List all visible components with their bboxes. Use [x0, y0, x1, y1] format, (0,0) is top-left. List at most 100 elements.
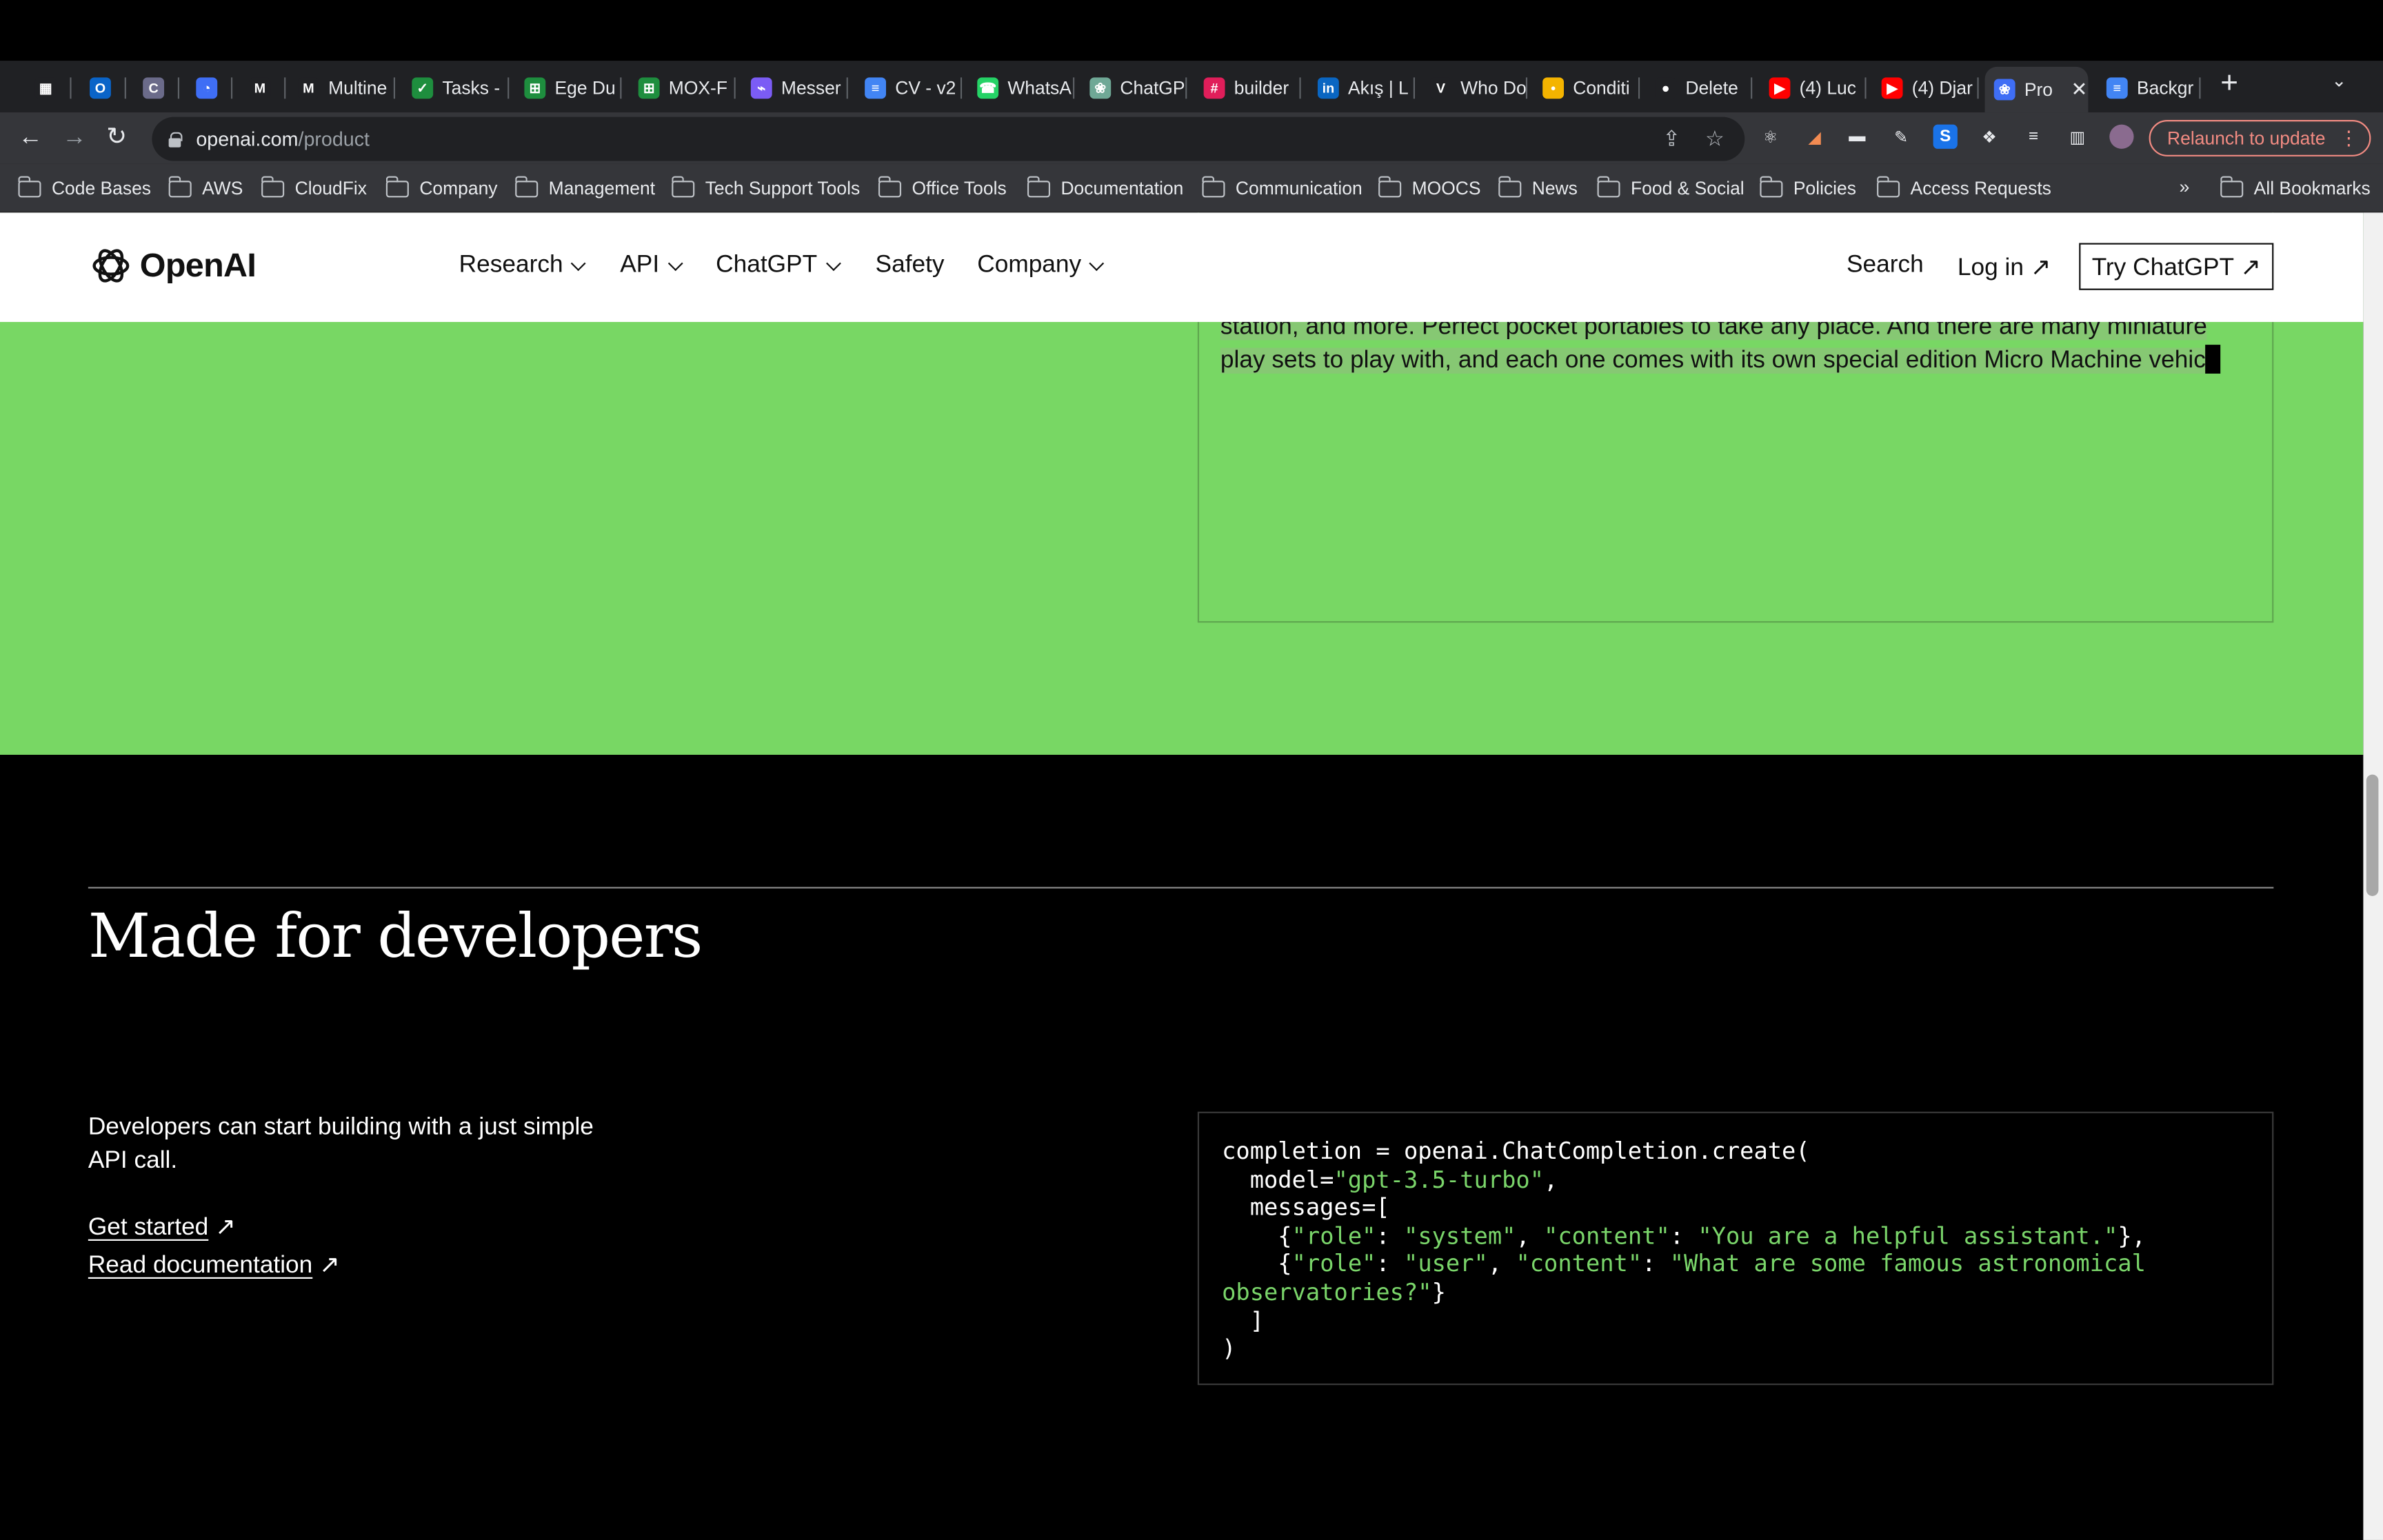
nav-api[interactable]: API	[620, 252, 683, 280]
tab-label: Ege Du	[554, 77, 616, 99]
read-documentation-link[interactable]: Read documentation ↗	[88, 1250, 340, 1280]
bookmark-folder[interactable]: News	[1498, 175, 1578, 199]
browser-tab[interactable]: O	[81, 67, 126, 110]
browser-tab[interactable]: ⊞ Ege Du	[515, 67, 622, 110]
eyedropper-icon[interactable]: ✎	[1889, 125, 1913, 149]
reload-icon[interactable]: ↻	[106, 123, 127, 153]
relaunch-button[interactable]: Relaunch to update ⋮	[2149, 120, 2371, 156]
tab-label: Pro	[2024, 79, 2053, 101]
extension-orange-icon[interactable]: ◢	[1802, 125, 1827, 149]
bookmark-folder[interactable]: Management	[514, 175, 655, 199]
all-bookmarks-label: All Bookmarks	[2253, 177, 2371, 199]
bookmark-folder[interactable]: Office Tools	[878, 175, 1007, 199]
code-string: "role"	[1291, 1222, 1376, 1250]
bookmark-folder[interactable]: MOOCS	[1378, 175, 1481, 199]
sheets-icon: ⊞	[638, 77, 660, 99]
browser-tab[interactable]: ⊞ MOX-F	[629, 67, 736, 110]
profile-avatar[interactable]	[2109, 124, 2134, 149]
c2-icon: •	[1542, 77, 1565, 99]
bookmarks-overflow-button[interactable]: »	[2180, 176, 2190, 198]
browser-tab[interactable]: ● Delete	[1646, 67, 1753, 110]
browser-tab[interactable]: ≡ Backgr	[2098, 67, 2201, 110]
bookmark-folder[interactable]: AWS	[168, 175, 243, 199]
bookmark-label: AWS	[202, 177, 243, 199]
more-menu-icon[interactable]: ⋮	[2339, 126, 2359, 150]
back-arrow-icon[interactable]: ←	[18, 123, 42, 153]
try-chatgpt-button[interactable]: Try ChatGPT ↗	[2079, 243, 2274, 290]
url-text[interactable]: openai.com/product	[196, 128, 370, 150]
nav-research[interactable]: Research	[459, 252, 587, 280]
search-link[interactable]: Search	[1847, 252, 1924, 280]
scrollbar-thumb[interactable]	[2366, 774, 2379, 896]
s-extension-icon[interactable]: S	[1933, 124, 1958, 149]
bookmark-star-icon[interactable]: ☆	[1705, 126, 1725, 152]
bookmark-folder[interactable]: Tech Support Tools	[671, 175, 860, 199]
react-extension-icon[interactable]: ⚛	[1758, 125, 1782, 149]
gmail-icon: M	[298, 77, 319, 99]
browser-tab[interactable]: ▶ (4) Luc	[1760, 67, 1867, 110]
close-tab-icon[interactable]: ✕	[2071, 77, 2087, 101]
bookmark-folder[interactable]: Documentation	[1027, 175, 1183, 199]
browser-tab[interactable]: ▶ (4) Djar	[1872, 67, 1979, 110]
bookmark-label: News	[1531, 177, 1578, 199]
folder-icon	[2220, 175, 2244, 197]
browser-tab[interactable]: ❀ Pro ✕	[1984, 66, 2089, 113]
folder-icon	[1759, 175, 1783, 197]
browser-tab[interactable]: ◔	[187, 67, 233, 110]
tasks-icon: ✓	[412, 77, 434, 99]
nav-company-label: Company	[977, 252, 1082, 278]
browser-tab[interactable]: C	[134, 67, 180, 110]
browser-tab[interactable]: ☎ WhatsA	[968, 67, 1075, 110]
bookmark-folder[interactable]: Policies	[1759, 175, 1856, 199]
all-bookmarks-folder[interactable]: All Bookmarks	[2220, 175, 2371, 199]
forward-arrow-icon[interactable]: →	[62, 123, 86, 153]
extensions-puzzle-icon[interactable]: ❖	[1978, 125, 2002, 149]
tab-search-chevron-icon[interactable]: ⌄	[2331, 70, 2346, 91]
browser-tab[interactable]: ≡ CV - v2	[856, 67, 963, 110]
tab-separator	[1977, 77, 1979, 99]
code-string: "content"	[1516, 1250, 1642, 1278]
address-bar[interactable]: openai.com/product ⇪ ☆	[152, 116, 1745, 161]
browser-tab[interactable]: in Akış | L	[1309, 67, 1416, 110]
browser-tab[interactable]: ▦	[26, 67, 72, 110]
bookmark-folder[interactable]: CloudFix	[261, 175, 367, 199]
bookmark-folder[interactable]: Access Requests	[1876, 175, 2051, 199]
youtube-icon: ▶	[1881, 77, 1903, 99]
extension-dark-icon[interactable]: ▬	[1845, 125, 1869, 149]
tab-label: (4) Luc	[1799, 77, 1856, 99]
browser-tab[interactable]: ❀ ChatGP	[1080, 67, 1187, 110]
tab-separator	[1413, 77, 1416, 99]
screen: ▦ O C ◔ M M Multine ✓ Tasks - ⊞ Ege Du ⊞ MOX-F ⌁ Messe…	[0, 0, 2383, 1540]
bookmark-folder[interactable]: Code Bases	[17, 175, 151, 199]
browser-tab[interactable]: • Conditi	[1534, 67, 1640, 110]
nav-safety[interactable]: Safety	[876, 252, 945, 280]
chevron-down-icon	[667, 255, 683, 271]
code-sample[interactable]: completion = openai.ChatCompletion.creat…	[1222, 1137, 2255, 1364]
get-started-link[interactable]: Get started ↗	[88, 1212, 236, 1242]
github-icon: ●	[1655, 77, 1677, 99]
browser-tab[interactable]: V Who Do	[1421, 67, 1528, 110]
youtube-icon: ▶	[1769, 77, 1791, 99]
tab-separator	[846, 77, 848, 99]
login-link[interactable]: Log in ↗	[1958, 252, 2051, 283]
new-tab-button[interactable]: +	[2220, 67, 2238, 102]
bookmark-folder[interactable]: Communication	[1201, 175, 1363, 199]
browser-tab[interactable]: M Multine	[289, 67, 396, 110]
tab-separator	[177, 77, 180, 99]
reading-list-icon[interactable]: ≡	[2021, 125, 2045, 149]
browser-tab[interactable]: ✓ Tasks -	[403, 67, 510, 110]
tab-separator	[1751, 77, 1753, 99]
bookmark-folder[interactable]: Food & Social	[1596, 175, 1744, 199]
browser-tab[interactable]: M	[240, 67, 286, 110]
browser-tab[interactable]: # builder	[1194, 67, 1301, 110]
code-string: "role"	[1291, 1250, 1376, 1278]
nav-chatgpt[interactable]: ChatGPT	[716, 252, 841, 280]
browser-tab[interactable]: ⌁ Messer	[742, 67, 848, 110]
nav-company[interactable]: Company	[977, 252, 1105, 280]
side-panel-icon[interactable]: ▥	[2065, 125, 2089, 149]
share-icon[interactable]: ⇪	[1662, 126, 1680, 152]
bookmark-folder[interactable]: Company	[385, 175, 498, 199]
code-token: :	[1669, 1222, 1698, 1250]
developers-heading: Made for developers	[88, 902, 703, 972]
openai-logo[interactable]: OpenAI	[88, 243, 257, 288]
